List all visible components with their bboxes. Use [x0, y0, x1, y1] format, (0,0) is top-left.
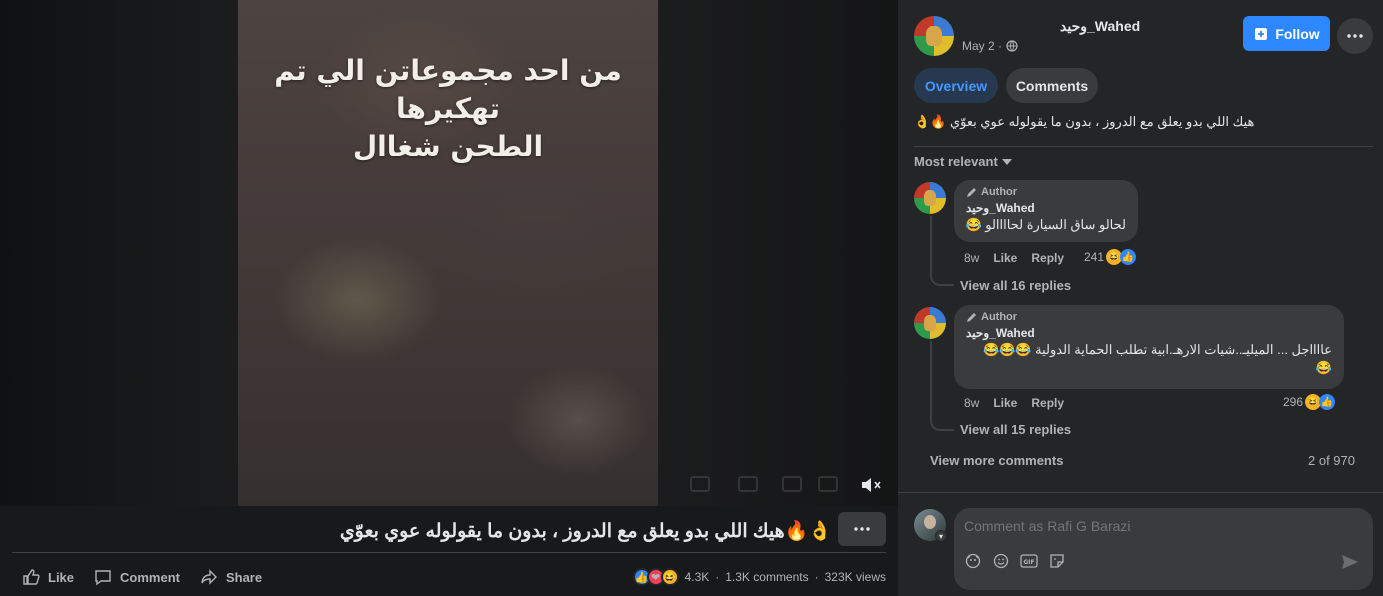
sticker-icon[interactable]	[1048, 552, 1066, 570]
pen-icon	[967, 312, 976, 322]
caption-line: الطحن شغاال	[352, 130, 544, 163]
comments-pager: 2 of 970	[1308, 453, 1355, 468]
emoji-icon[interactable]	[992, 552, 1010, 570]
commenter-avatar[interactable]	[914, 307, 946, 339]
pen-icon	[967, 187, 976, 197]
chevron-down-icon[interactable]: ▾	[935, 530, 947, 542]
comment-like-button[interactable]: Like	[993, 251, 1017, 265]
video-overlay-caption: من احد مجموعاتن الي تم تهكيرها الطحن شغا…	[238, 52, 658, 166]
settings-control-icon[interactable]	[690, 476, 710, 492]
reactions-count[interactable]: 4.3K	[685, 570, 710, 584]
fullscreen-control-icon[interactable]	[818, 476, 838, 492]
more-dots-icon	[1347, 34, 1363, 38]
comment-author-name[interactable]: وحيد_Wahed	[966, 201, 1126, 215]
reaction-icons[interactable]: 👍 ❤ 😆	[632, 568, 679, 586]
svg-text:GIF: GIF	[1023, 559, 1034, 566]
avatar-sticker-icon[interactable]	[964, 552, 982, 570]
video-frame[interactable]: من احد مجموعاتن الي تم تهكيرها الطحن شغا…	[238, 0, 658, 506]
author-name[interactable]: وحيد_Wahed	[1060, 18, 1140, 35]
comment-reply-button[interactable]: Reply	[1031, 251, 1064, 265]
gif-icon[interactable]: GIF	[1020, 552, 1038, 570]
share-label: Share	[225, 569, 263, 585]
header-more-button[interactable]	[1337, 18, 1373, 54]
like-reaction-icon: 👍	[1319, 394, 1336, 410]
post-description: هيك اللي بدو يعلق مع الدروز ، بدون ما يق…	[914, 114, 1255, 129]
share-icon	[201, 569, 217, 585]
comment-label: Comment	[120, 569, 180, 585]
comment-reactions[interactable]: 241 😆 👍	[1084, 249, 1137, 265]
tab-comments[interactable]: Comments	[1006, 68, 1098, 103]
author-badge: Author	[966, 186, 1126, 198]
speaker-muted-icon[interactable]	[858, 472, 884, 498]
caption-line: تهكيرها	[395, 92, 501, 125]
view-replies-link[interactable]: View all 15 replies	[960, 422, 1071, 437]
commenter-avatar[interactable]	[914, 182, 946, 214]
comment-time[interactable]: 8w	[964, 251, 979, 265]
comment-input[interactable]	[964, 518, 1344, 534]
comment-reply-button[interactable]: Reply	[1031, 396, 1064, 410]
comment-text-continued: 😂	[1315, 360, 1332, 375]
like-button[interactable]: Like	[12, 560, 84, 594]
stat-separator: ·	[814, 570, 819, 584]
post-stats: 👍 ❤ 😆 4.3K · 1.3K comments · 323K views	[632, 564, 886, 590]
comment-like-button[interactable]: Like	[993, 396, 1017, 410]
comments-count[interactable]: 1.3K comments	[725, 570, 808, 584]
haha-reaction-icon: 😆	[660, 568, 679, 586]
comment-composer: GIF	[954, 508, 1373, 590]
divider	[898, 492, 1383, 493]
follow-button[interactable]: Follow	[1243, 16, 1330, 51]
sort-label: Most relevant	[914, 154, 998, 169]
follow-label: Follow	[1275, 25, 1320, 42]
thumbs-up-icon	[23, 569, 40, 585]
post-actions: Like Comment Share	[12, 560, 272, 594]
post-title-emojis: 👌🔥	[784, 521, 832, 542]
post-date-text: May 2 ·	[962, 39, 1003, 53]
comment-meta: 8w Like Reply	[964, 396, 1064, 410]
post-date[interactable]: May 2 ·	[962, 39, 1018, 53]
tab-overview[interactable]: Overview	[914, 68, 998, 103]
captions-control-icon[interactable]	[738, 476, 758, 492]
divider	[914, 146, 1373, 147]
comment-text: عااااجل ... الميليـ..شيات الارهـ.ابية تط…	[982, 342, 1332, 357]
post-more-button[interactable]	[838, 512, 886, 546]
thread-line	[930, 216, 954, 286]
facebook-video-viewer: من احد مجموعاتن الي تم تهكيرها الطحن شغا…	[0, 0, 1383, 596]
comment-reactions[interactable]: 296 😆 👍	[1283, 394, 1336, 410]
caption-line: من احد مجموعاتن الي تم	[274, 54, 622, 87]
pip-control-icon[interactable]	[782, 476, 802, 492]
comment-icon	[95, 570, 111, 586]
like-label: Like	[48, 569, 75, 585]
share-button[interactable]: Share	[190, 560, 272, 594]
views-count: 323K views	[824, 570, 886, 584]
post-title: هيك اللي بدو يعلق مع الدروز ، بدون ما يق…	[12, 516, 838, 546]
author-badge-label: Author	[981, 311, 1018, 323]
globe-icon	[1006, 40, 1018, 52]
sort-dropdown[interactable]: Most relevant	[914, 154, 1012, 169]
comment-author-name[interactable]: وحيد_Wahed	[966, 326, 1332, 340]
divider	[12, 552, 886, 553]
author-badge: Author	[966, 311, 1332, 323]
author-avatar[interactable]	[914, 16, 954, 56]
like-reaction-icon: 👍	[1120, 249, 1137, 265]
caret-down-icon	[1001, 158, 1012, 165]
author-badge-label: Author	[981, 186, 1018, 198]
comment-meta: 8w Like Reply	[964, 251, 1064, 265]
follow-icon	[1255, 27, 1268, 40]
view-replies-link[interactable]: View all 16 replies	[960, 278, 1071, 293]
view-more-comments-link[interactable]: View more comments	[930, 453, 1063, 468]
comment-bubble: Author وحيد_Wahed عااااجل ... الميليـ..ش…	[954, 305, 1344, 389]
comment-bubble: Author وحيد_Wahed لحالو ساق السيارة لحاا…	[954, 180, 1138, 242]
comment-text: لحالو ساق السيارة لحاااالو 😂	[965, 217, 1126, 232]
thread-line	[930, 341, 954, 431]
video-player[interactable]: من احد مجموعاتن الي تم تهكيرها الطحن شغا…	[0, 0, 898, 506]
video-section: من احد مجموعاتن الي تم تهكيرها الطحن شغا…	[0, 0, 898, 596]
post-title-text: هيك اللي بدو يعلق مع الدروز ، بدون ما يق…	[339, 520, 785, 542]
composer-tools: GIF	[964, 552, 1066, 570]
comment-button[interactable]: Comment	[84, 560, 190, 594]
comment-reaction-count: 241	[1084, 250, 1105, 264]
stat-separator: ·	[715, 570, 720, 584]
comment-time[interactable]: 8w	[964, 396, 979, 410]
send-icon[interactable]	[1340, 552, 1360, 572]
comment-reaction-count: 296	[1283, 395, 1304, 409]
